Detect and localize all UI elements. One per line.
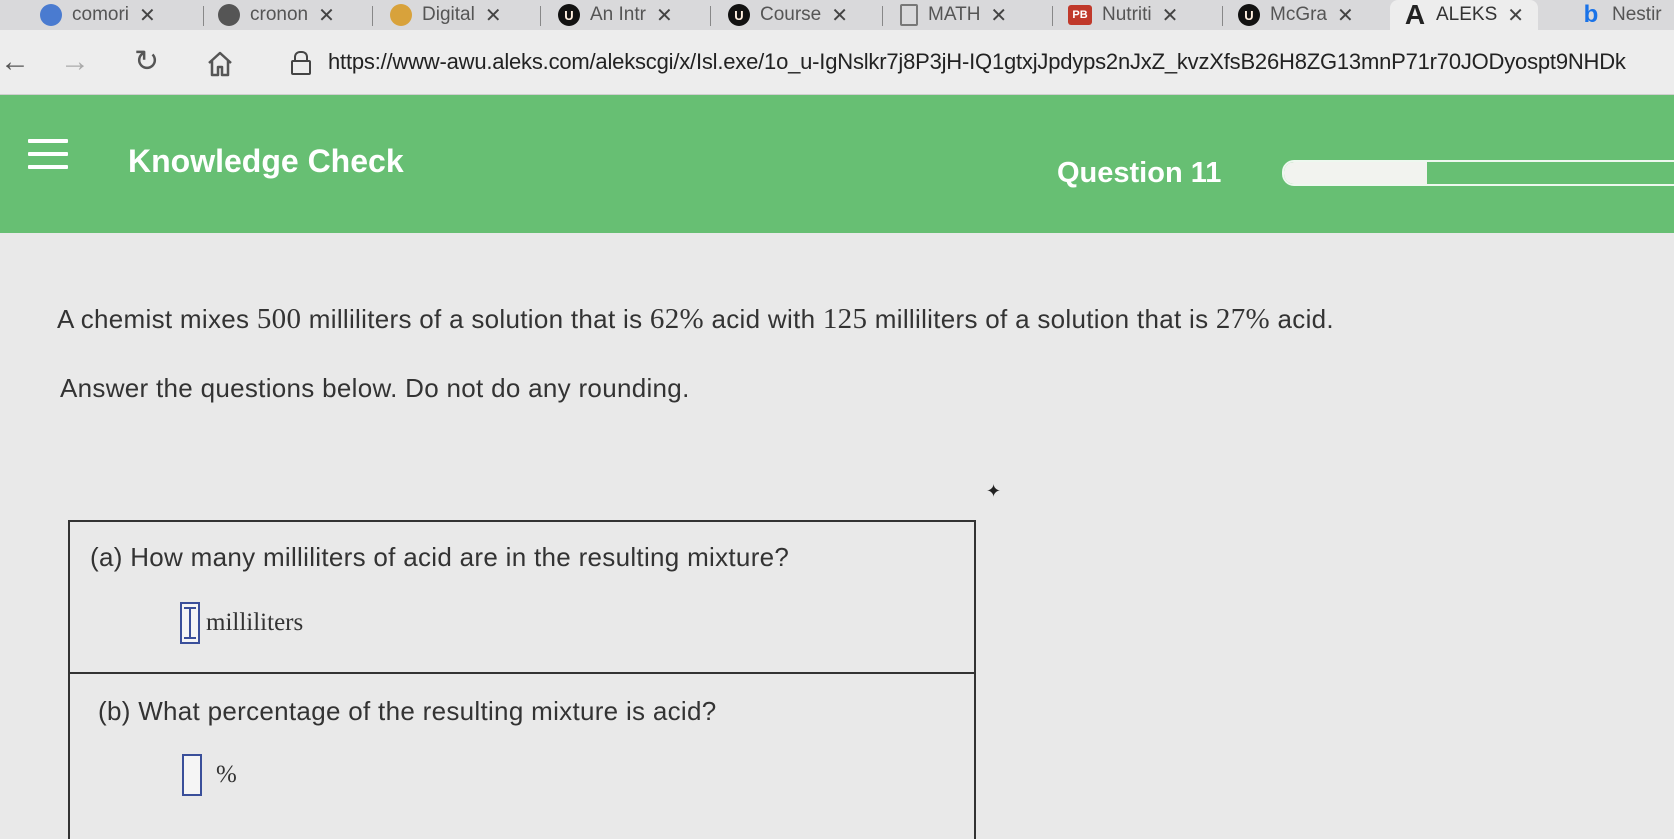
question-number: Question 11 — [1057, 157, 1222, 189]
tab-label: Nestir — [1612, 4, 1662, 25]
page-title: Knowledge Check — [128, 143, 404, 179]
url-text[interactable]: https://www-awu.aleks.com/alekscgi/x/Isl… — [328, 49, 1626, 75]
pb-icon: PB — [1068, 5, 1092, 25]
browser-tab[interactable]: MATH ✕ — [900, 0, 1007, 30]
instruction-text: Answer the questions below. Do not do an… — [60, 373, 690, 403]
close-icon[interactable]: ✕ — [139, 3, 156, 28]
tab-label: ALEKS — [1436, 4, 1498, 25]
question-row-b: (b) What percentage of the resulting mix… — [70, 674, 974, 839]
problem-text-segment: milliliters of a solution that is — [301, 304, 650, 334]
answer-a: milliliters — [180, 602, 303, 644]
browser-tab[interactable]: Digital ✕ — [390, 0, 502, 30]
aleks-icon: A — [1404, 0, 1426, 30]
progress-bar — [1282, 160, 1674, 186]
browser-toolbar: ← → ↻ https://www-awu.aleks.com/alekscgi… — [0, 30, 1674, 95]
browser-tab-strip: comori ✕ cronon ✕ Digital ✕ U An Intr ✕ … — [0, 0, 1674, 30]
question-b-text: (b) What percentage of the resulting mix… — [98, 696, 717, 726]
tab-label: McGra — [1270, 4, 1327, 25]
problem-text-segment: milliliters of a solution that is — [867, 304, 1216, 334]
tab-label: Digital — [422, 4, 475, 25]
ux-icon: U — [728, 4, 750, 26]
tab-label: An Intr — [590, 4, 646, 25]
site-icon — [390, 4, 412, 26]
problem-value: 125 — [822, 303, 868, 335]
question-a-text: (a) How many milliliters of acid are in … — [90, 542, 790, 572]
answer-a-input[interactable] — [180, 602, 200, 644]
tab-label: comori — [72, 4, 130, 25]
ux-icon: U — [1238, 4, 1260, 26]
tab-label: MATH — [928, 4, 981, 25]
browser-tab[interactable]: b Nestir — [1580, 0, 1662, 30]
problem-value: 27% — [1215, 303, 1270, 335]
problem-text-segment: acid with — [703, 304, 823, 334]
close-icon[interactable]: ✕ — [990, 3, 1007, 28]
problem-statement: A chemist mixes 500 milliliters of a sol… — [57, 303, 1334, 336]
lock-icon[interactable] — [290, 51, 311, 75]
back-arrow-icon[interactable]: ← — [0, 44, 30, 80]
close-icon[interactable]: ✕ — [318, 3, 335, 28]
browser-tab[interactable]: comori ✕ — [40, 0, 156, 30]
question-content: A chemist mixes 500 milliliters of a sol… — [0, 233, 1674, 839]
close-icon[interactable]: ✕ — [1162, 3, 1179, 28]
hamburger-menu-icon[interactable] — [28, 139, 68, 175]
progress-fill — [1284, 162, 1427, 184]
answer-b-input[interactable] — [182, 754, 202, 796]
home-icon[interactable] — [206, 50, 234, 78]
problem-value: 500 — [256, 303, 302, 335]
site-icon — [218, 4, 240, 26]
answer-a-unit: milliliters — [206, 609, 304, 636]
tab-label: cronon — [250, 4, 309, 25]
browser-tab[interactable]: PB Nutriti ✕ — [1068, 0, 1178, 30]
address-bar[interactable]: https://www-awu.aleks.com/alekscgi/x/Isl… — [270, 38, 1674, 86]
knowledge-check-header: Knowledge Check Question 11 — [0, 95, 1674, 233]
doc-icon — [900, 4, 918, 26]
answer-b-unit: % — [216, 761, 237, 788]
close-icon[interactable]: ✕ — [831, 3, 848, 28]
close-icon[interactable]: ✕ — [1507, 3, 1524, 28]
browser-tab[interactable]: cronon ✕ — [218, 0, 335, 30]
problem-text-segment: acid. — [1269, 304, 1334, 334]
answer-b: % — [182, 754, 237, 796]
close-icon[interactable]: ✕ — [656, 3, 673, 28]
site-icon — [40, 4, 62, 26]
answer-table: (a) How many milliliters of acid are in … — [68, 520, 976, 839]
tab-label: Nutriti — [1102, 4, 1152, 25]
ux-icon: U — [558, 4, 580, 26]
browser-tab-active[interactable]: A ALEKS ✕ — [1390, 0, 1539, 30]
close-icon[interactable]: ✕ — [1337, 3, 1354, 28]
tab-label: Course — [760, 4, 822, 25]
problem-text-segment: A chemist mixes — [57, 304, 257, 334]
browser-tab[interactable]: U McGra ✕ — [1238, 0, 1354, 30]
forward-arrow-icon[interactable]: → — [60, 44, 90, 80]
reload-icon[interactable]: ↻ — [134, 44, 159, 80]
question-row-a: (a) How many milliliters of acid are in … — [70, 522, 974, 674]
bing-icon: b — [1583, 1, 1599, 28]
problem-value: 62% — [649, 303, 704, 335]
close-icon[interactable]: ✕ — [485, 3, 502, 28]
browser-tab[interactable]: U An Intr ✕ — [558, 0, 673, 30]
browser-tab[interactable]: U Course ✕ — [728, 0, 848, 30]
mouse-cursor-icon: ✦ — [986, 481, 1002, 501]
